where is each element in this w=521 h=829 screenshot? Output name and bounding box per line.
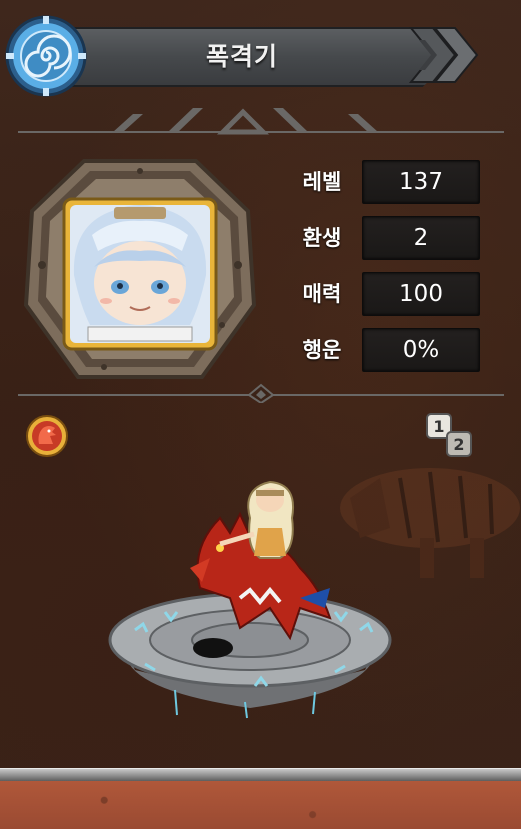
tiger-silhouette bbox=[340, 468, 520, 578]
swap-order-icon[interactable]: 1 2 bbox=[425, 412, 475, 460]
character-portrait bbox=[23, 159, 257, 379]
stat-row-luck: 행운 0% bbox=[290, 328, 480, 372]
swap-top-number: 1 bbox=[433, 417, 444, 436]
stat-row-charm: 매력 100 bbox=[290, 272, 480, 316]
stat-value: 100 bbox=[362, 272, 480, 316]
floor-ground bbox=[0, 781, 521, 829]
stat-label: 환생 bbox=[302, 226, 342, 250]
stat-row-rebirth: 환생 2 bbox=[290, 216, 480, 260]
section-divider bbox=[18, 383, 504, 403]
stat-row-level: 레벨 137 bbox=[290, 160, 480, 204]
floor-rail bbox=[0, 768, 521, 782]
page-title: 폭격기 bbox=[205, 42, 278, 71]
swap-bottom-number: 2 bbox=[453, 435, 464, 454]
ornament-divider bbox=[18, 108, 504, 135]
double-chevron-right-icon[interactable] bbox=[405, 24, 485, 86]
red-dragon-badge-icon[interactable] bbox=[25, 414, 69, 458]
stat-label: 레벨 bbox=[302, 170, 342, 194]
stat-value: 2 bbox=[362, 216, 480, 260]
stat-label: 매력 bbox=[302, 282, 342, 306]
rider-on-dragon bbox=[190, 480, 332, 641]
stat-label: 행운 bbox=[302, 338, 342, 362]
stat-value: 0% bbox=[362, 328, 480, 372]
stat-value: 137 bbox=[362, 160, 480, 204]
spiral-emblem-icon[interactable] bbox=[4, 14, 88, 98]
